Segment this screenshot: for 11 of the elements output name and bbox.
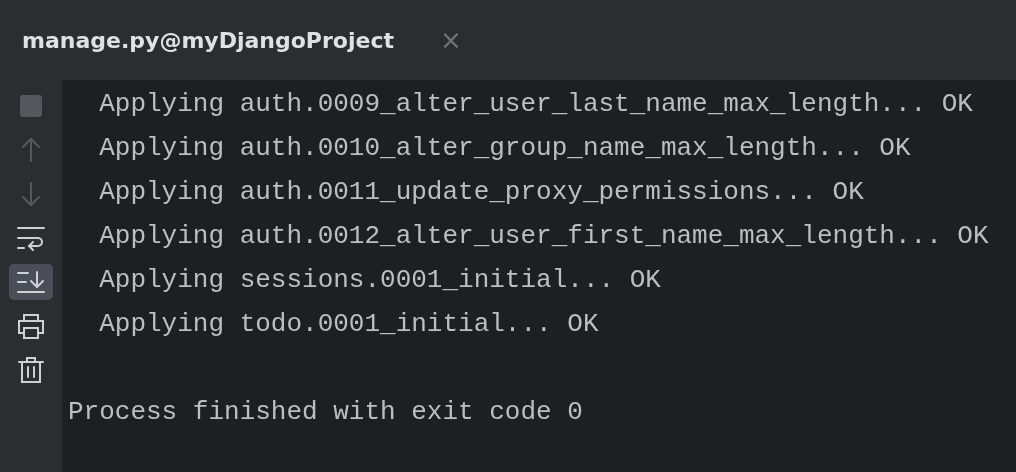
exit-message: Process finished with exit code 0: [68, 396, 584, 429]
scroll-end-button[interactable]: [9, 264, 53, 300]
output-line: Applying auth.0010_alter_group_name_max_length... OK: [98, 132, 912, 165]
output-line: Applying auth.0009_alter_user_last_name_max_length... OK: [98, 88, 974, 121]
printer-icon: [16, 311, 46, 341]
output-line: Applying auth.0012_alter_user_first_name_max_length... OK: [98, 220, 990, 253]
output-line: Applying auth.0011_update_proxy_permissions... OK: [98, 176, 865, 209]
output-line: Applying sessions.0001_initial... OK: [98, 264, 662, 297]
trash-icon: [16, 355, 46, 385]
tab-title[interactable]: manage.py@myDjangoProject: [22, 27, 394, 53]
output-line: Applying todo.0001_initial... OK: [98, 308, 600, 341]
